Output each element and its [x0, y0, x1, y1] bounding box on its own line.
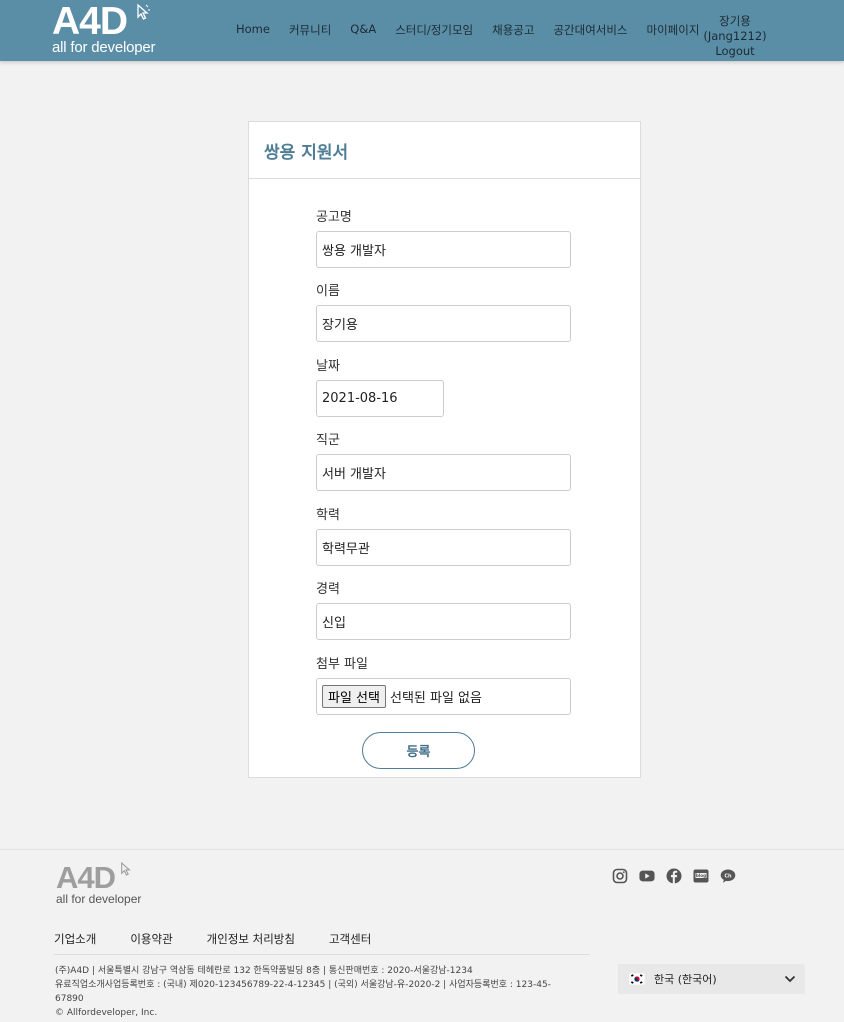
- application-form-card: 쌍용 지원서 공고명 쌍용 개발자 이름 장기용 날짜 2021-08-16 직…: [248, 121, 641, 778]
- date-input[interactable]: 2021-08-16: [316, 380, 444, 417]
- user-box: 장기용(Jang1212) Logout: [690, 14, 780, 59]
- footer-divider: [54, 954, 589, 955]
- nav-community[interactable]: 커뮤니티: [289, 22, 331, 38]
- footer-link-privacy[interactable]: 개인정보 처리방침: [207, 931, 295, 947]
- nav-jobs[interactable]: 채용공고: [492, 22, 534, 38]
- field-label: 이름: [316, 284, 340, 299]
- field-label: 학력: [316, 508, 340, 523]
- nav-qna[interactable]: Q&A: [350, 22, 376, 38]
- footer-link-terms[interactable]: 이용약관: [130, 931, 172, 947]
- field-label: 첨부 파일: [316, 657, 368, 672]
- education-input[interactable]: 학력무관: [316, 529, 571, 566]
- logo-tagline: all for developer: [52, 39, 156, 56]
- language-label: 한국 (한국어): [654, 973, 717, 986]
- logout-link[interactable]: Logout: [690, 44, 780, 59]
- cursor-icon: [136, 3, 150, 24]
- main-nav: Home 커뮤니티 Q&A 스터디/정기모임 채용공고 공간대여서비스 마이페이…: [236, 22, 718, 38]
- facebook-icon[interactable]: [666, 868, 682, 884]
- field-date: 날짜 2021-08-16: [316, 358, 444, 417]
- choose-file-button[interactable]: 파일 선택: [322, 685, 386, 708]
- company-info: (주)A4D | 서울특별시 강남구 역삼동 테헤란로 132 한독약품빌딩 8…: [55, 964, 575, 1020]
- field-job-group: 직군 서버 개발자: [316, 432, 571, 491]
- footer-links: 기업소개 이용약관 개인정보 처리방침 고객센터: [54, 931, 405, 947]
- field-name: 이름 장기용: [316, 283, 571, 342]
- field-posting-name: 공고명 쌍용 개발자: [316, 209, 571, 268]
- footer-logo-tagline: all for developer: [56, 892, 142, 906]
- social-links: blog Ch: [612, 868, 747, 884]
- company-registration: 유료직업소개사업등록번호 : (국내) 제020-123456789-22-4-…: [55, 980, 551, 1004]
- svg-text:Ch: Ch: [724, 873, 732, 879]
- svg-text:blog: blog: [696, 873, 706, 878]
- blog-icon[interactable]: blog: [693, 868, 709, 884]
- company-address: (주)A4D | 서울특별시 강남구 역삼동 테헤란로 132 한독약품빌딩 8…: [55, 966, 473, 976]
- job-group-input[interactable]: 서버 개발자: [316, 454, 571, 491]
- nav-space-rental[interactable]: 공간대여서비스: [553, 22, 627, 38]
- form-title: 쌍용 지원서: [249, 122, 640, 179]
- footer-link-support[interactable]: 고객센터: [329, 931, 371, 947]
- field-label: 공고명: [316, 210, 352, 225]
- field-label: 직군: [316, 433, 340, 448]
- file-status: 선택된 파일 없음: [389, 691, 482, 706]
- korea-flag-icon: [628, 972, 646, 986]
- footer: A4D all for developer blog Ch 기업소개 이용약관 …: [0, 849, 844, 1022]
- copyright: © Allfordeveloper, Inc.: [55, 1008, 158, 1018]
- top-header: A4D all for developer Home 커뮤니티 Q&A 스터디/…: [0, 0, 844, 61]
- field-label: 날짜: [316, 359, 340, 374]
- submit-button[interactable]: 등록: [362, 732, 475, 769]
- kakao-channel-icon[interactable]: Ch: [720, 868, 736, 884]
- nav-home[interactable]: Home: [236, 22, 270, 38]
- youtube-icon[interactable]: [639, 868, 655, 884]
- instagram-icon[interactable]: [612, 868, 628, 884]
- footer-link-about[interactable]: 기업소개: [54, 931, 96, 947]
- file-input[interactable]: 파일 선택 선택된 파일 없음: [316, 678, 571, 715]
- language-selector[interactable]: 한국 (한국어): [618, 964, 805, 994]
- field-label: 경력: [316, 582, 340, 597]
- field-attachment: 첨부 파일 파일 선택 선택된 파일 없음: [316, 656, 571, 715]
- cursor-icon: [120, 861, 132, 879]
- posting-name-input[interactable]: 쌍용 개발자: [316, 231, 571, 268]
- chevron-down-icon: [783, 972, 797, 989]
- nav-study[interactable]: 스터디/정기모임: [395, 22, 473, 38]
- name-input[interactable]: 장기용: [316, 305, 571, 342]
- career-input[interactable]: 신입: [316, 603, 571, 640]
- site-logo[interactable]: A4D all for developer: [52, 2, 156, 56]
- user-name[interactable]: 장기용(Jang1212): [690, 14, 780, 44]
- field-career: 경력 신입: [316, 581, 571, 640]
- field-education: 학력 학력무관: [316, 507, 571, 566]
- footer-logo[interactable]: A4D all for developer: [56, 862, 141, 906]
